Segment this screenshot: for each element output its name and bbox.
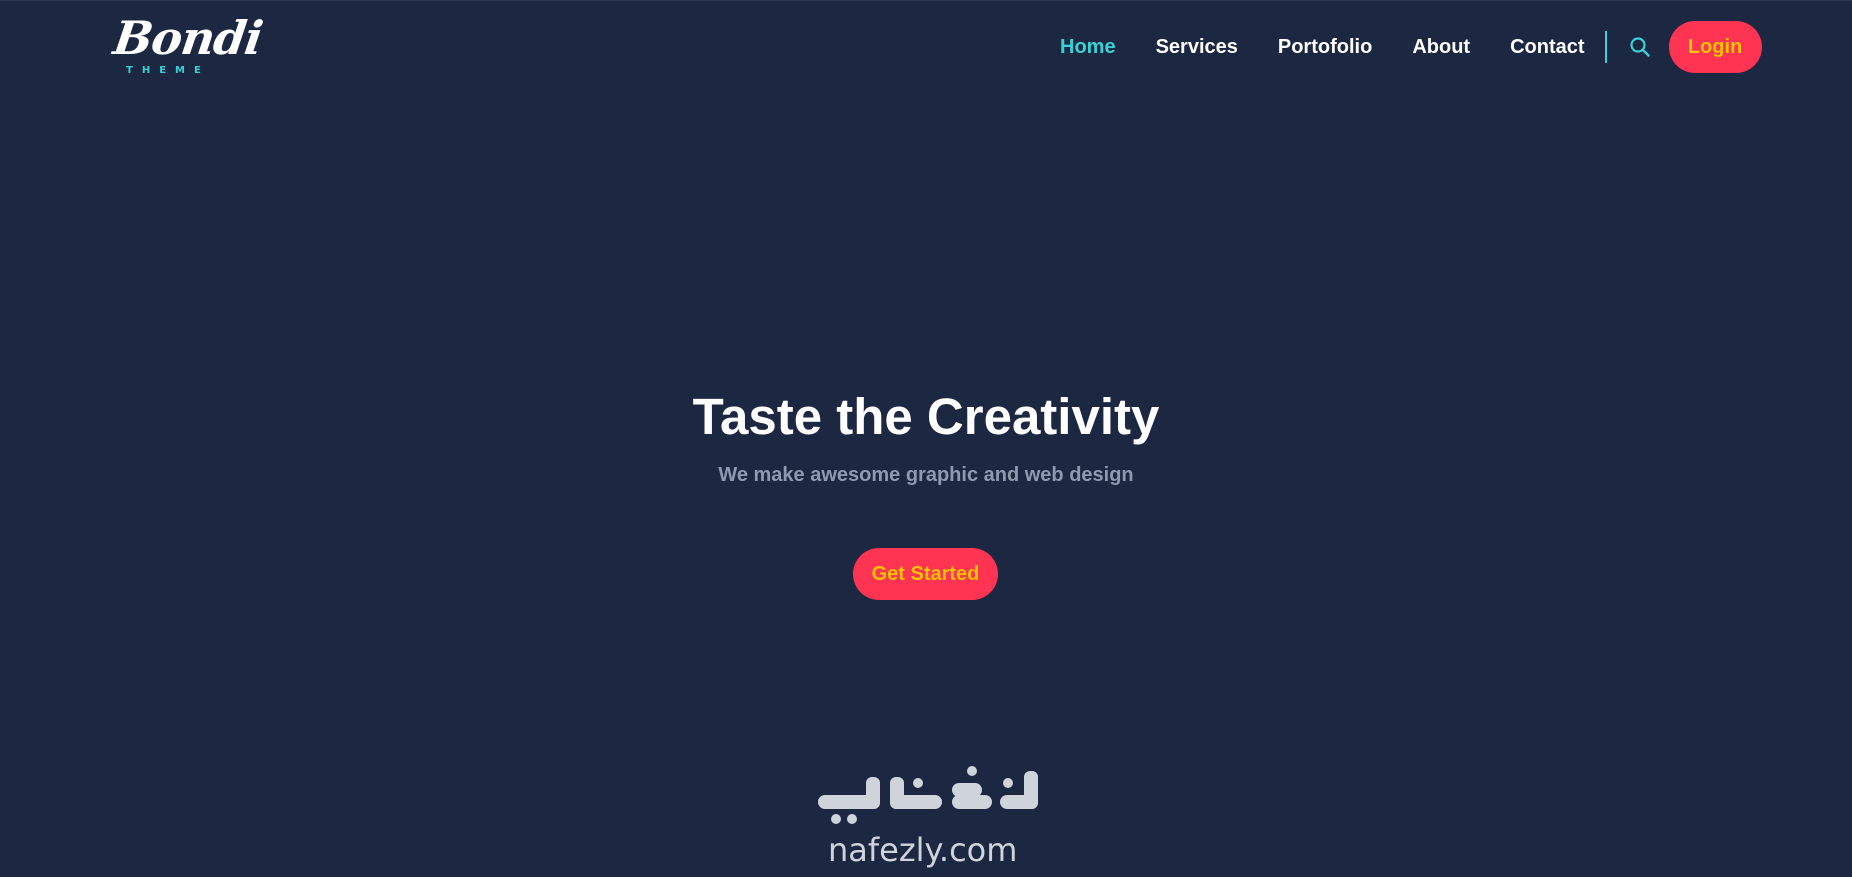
hero-section: Taste the Creativity We make awesome gra…: [0, 381, 1852, 489]
site-header: Bondi THEME Home Services Portofolio Abo…: [0, 1, 1852, 93]
nav-item-about[interactable]: About: [1412, 36, 1470, 59]
nafezly-watermark: nafezly.com: [812, 765, 1044, 877]
watermark-arabic-logo: [818, 766, 1038, 824]
nav-item-home[interactable]: Home: [1060, 36, 1116, 59]
main-nav: Home Services Portofolio About Contact L…: [1040, 19, 1762, 75]
get-started-button[interactable]: Get Started: [853, 548, 998, 600]
search-button[interactable]: [1625, 32, 1655, 62]
hero-title: Taste the Creativity: [692, 388, 1160, 445]
hero-subtitle: We make awesome graphic and web design: [718, 464, 1134, 486]
nav-item-contact[interactable]: Contact: [1510, 36, 1584, 59]
nav-item-services[interactable]: Services: [1156, 36, 1238, 59]
nav-item-portofolio[interactable]: Portofolio: [1278, 36, 1372, 59]
login-button[interactable]: Login: [1668, 21, 1762, 73]
watermark-url: nafezly.com: [828, 831, 1018, 869]
nav-divider: [1604, 31, 1607, 63]
search-icon: [1629, 37, 1650, 57]
page: Bondi THEME Home Services Portofolio Abo…: [0, 0, 1852, 876]
logo-subtitle: THEME: [126, 65, 210, 76]
logo[interactable]: Bondi THEME: [110, 11, 265, 79]
logo-script: Bondi: [110, 11, 266, 65]
